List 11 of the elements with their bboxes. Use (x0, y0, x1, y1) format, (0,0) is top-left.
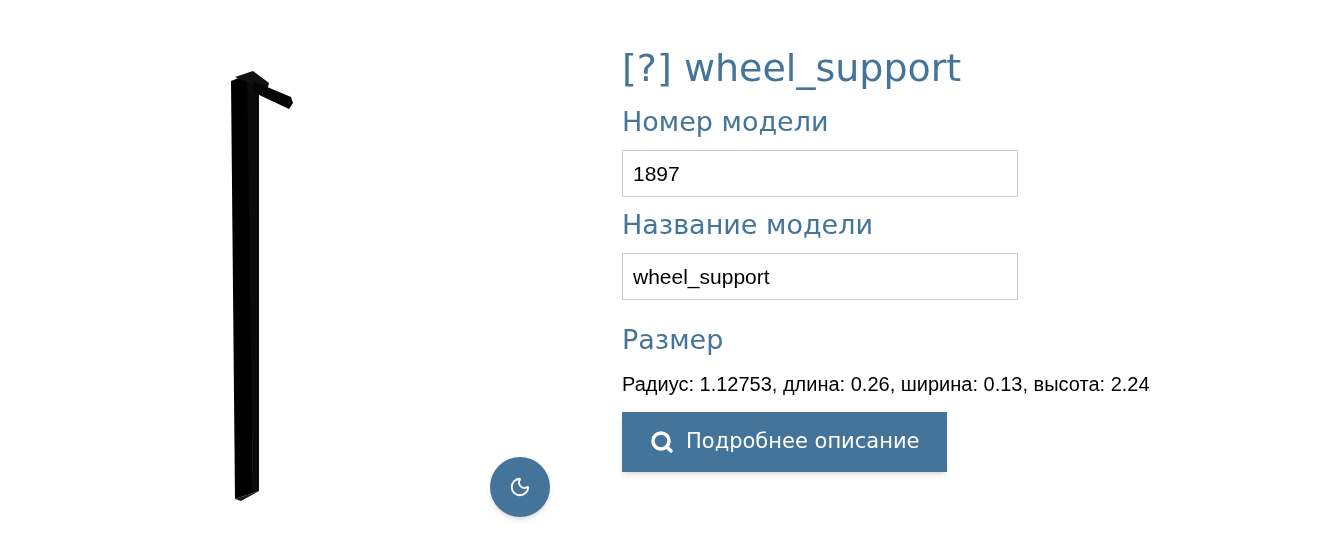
size-heading: Размер (622, 323, 725, 357)
field-label: Номер модели (622, 105, 830, 139)
search-icon (650, 430, 674, 454)
input-field[interactable]: wheel_support (622, 253, 1018, 300)
field-label: Название модели (622, 208, 875, 242)
input-field[interactable]: 1897 (622, 150, 1018, 197)
dark-mode-button[interactable] (490, 457, 550, 517)
moon-icon (509, 476, 531, 498)
model-title: [?] wheel_support (622, 45, 963, 92)
details-button[interactable]: Подробнее описание (622, 412, 948, 472)
size-text: Радиус: 1.12753, длина: 0.26, ширина: 0.13, высота: 2.24 (622, 372, 1150, 397)
